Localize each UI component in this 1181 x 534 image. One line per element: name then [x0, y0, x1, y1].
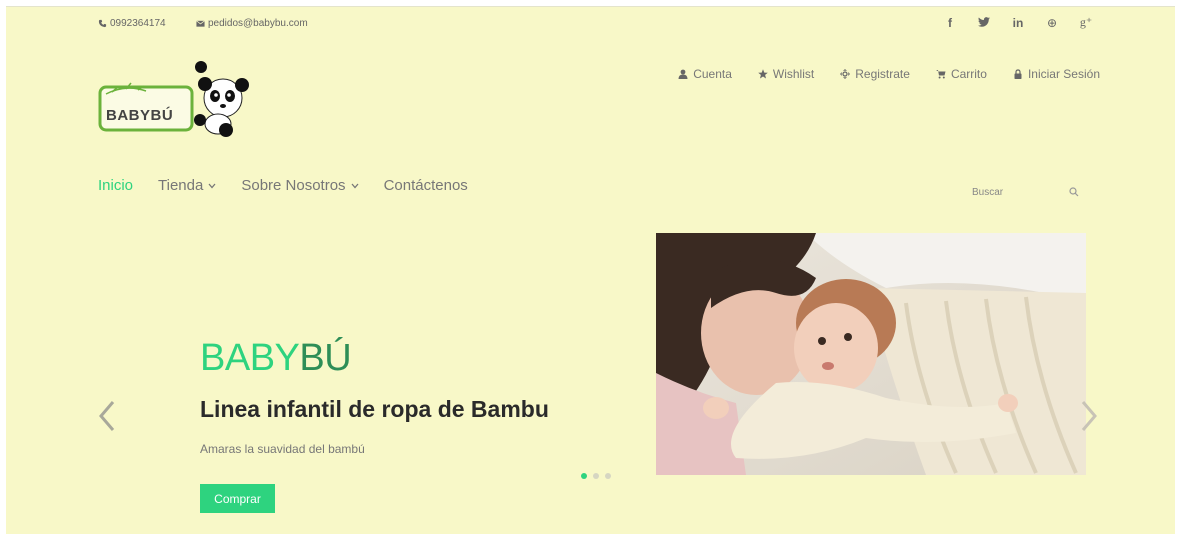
dribbble-icon[interactable]: ⊕ — [1045, 16, 1059, 30]
nav-inicio[interactable]: Inicio — [98, 177, 133, 194]
linkedin-icon[interactable]: in — [1011, 16, 1025, 30]
search-box — [959, 181, 1095, 203]
nav-tienda-label: Tienda — [158, 177, 204, 194]
slide-subtitle: Amaras la suavidad del bambú — [200, 442, 365, 456]
login-link[interactable]: Iniciar Sesión — [1013, 67, 1100, 81]
logo-text: BABYBÚ — [106, 107, 174, 124]
slide-brand-green: BABY — [200, 337, 300, 379]
nav-inicio-label: Inicio — [98, 177, 134, 194]
search-icon[interactable] — [1069, 187, 1079, 197]
cart-link[interactable]: Carrito — [935, 67, 987, 81]
chevron-down-icon — [208, 183, 216, 188]
nav-nosotros[interactable]: Sobre Nosotros — [241, 177, 359, 194]
chevron-down-icon — [351, 183, 359, 188]
envelope-icon — [196, 20, 205, 27]
phone-icon — [98, 19, 107, 28]
slider-dots — [581, 473, 611, 479]
mother-baby-image — [656, 233, 1086, 475]
email-address: pedidos@babybu.com — [208, 18, 308, 29]
search-input[interactable] — [959, 186, 1059, 198]
slide-brand: BABYBÚ — [200, 337, 352, 380]
page: 0992364174 pedidos@babybu.com f in ⊕ g⁺ — [6, 6, 1175, 534]
login-label: Iniciar Sesión — [1027, 67, 1100, 81]
register-link[interactable]: Registrate — [840, 67, 910, 81]
email-contact[interactable]: pedidos@babybu.com — [196, 18, 308, 29]
register-label: Registrate — [855, 67, 910, 81]
slide-photo — [656, 233, 1086, 475]
account-label: Cuenta — [693, 67, 732, 81]
wishlist-label: Wishlist — [772, 67, 815, 81]
lock-icon — [1014, 69, 1022, 79]
cart-label: Carrito — [950, 67, 987, 81]
slide-brand-dark: BÚ — [299, 337, 352, 379]
slider-next-arrow[interactable] — [1077, 398, 1101, 434]
twitter-icon[interactable] — [977, 16, 991, 30]
slider-dot-1[interactable] — [581, 473, 587, 479]
phone-contact[interactable]: 0992364174 — [98, 18, 166, 29]
user-icon — [678, 69, 688, 79]
star-icon — [758, 69, 768, 79]
nav-tienda[interactable]: Tienda — [158, 177, 216, 194]
logo-graphic — [98, 61, 249, 137]
account-link[interactable]: Cuenta — [678, 67, 732, 81]
facebook-icon[interactable]: f — [943, 16, 957, 30]
social-links: f in ⊕ g⁺ — [943, 15, 1093, 30]
wishlist-link[interactable]: Wishlist — [758, 67, 814, 81]
babybu-logo[interactable]: BABYBÚ — [96, 54, 256, 139]
top-bar: 0992364174 pedidos@babybu.com f in ⊕ g⁺ — [6, 7, 1175, 39]
hero-slider: BABYBÚ Linea infantil de ropa de Bambu A… — [6, 233, 1175, 533]
phone-number: 0992364174 — [110, 18, 166, 29]
slider-dot-2[interactable] — [593, 473, 599, 479]
cart-icon — [935, 70, 946, 79]
comprar-button[interactable]: Comprar — [200, 484, 275, 513]
account-menu: Cuenta Wishlist Registrate Carrito Inici… — [678, 67, 1100, 81]
nav-nosotros-label: Sobre Nosotros — [241, 177, 346, 194]
google-plus-icon[interactable]: g⁺ — [1079, 15, 1093, 30]
crosshair-icon — [840, 69, 851, 79]
slider-dot-3[interactable] — [605, 473, 611, 479]
nav-contacto-label: Contáctenos — [383, 177, 468, 194]
slider-prev-arrow[interactable] — [95, 398, 119, 434]
main-nav: Inicio Tienda Sobre Nosotros Contáctenos — [98, 177, 468, 194]
slide-headline: Linea infantil de ropa de Bambu — [200, 396, 549, 422]
nav-contacto[interactable]: Contáctenos — [384, 177, 468, 194]
